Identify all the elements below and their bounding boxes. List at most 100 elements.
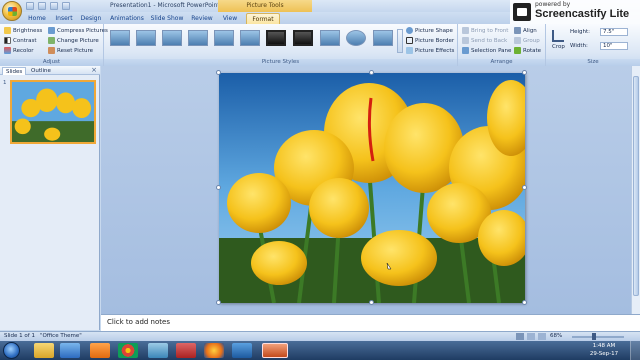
picture-style-5[interactable] bbox=[214, 30, 234, 46]
recolor-button[interactable]: Recolor bbox=[4, 47, 34, 54]
redo-icon[interactable] bbox=[50, 2, 58, 10]
height-input[interactable]: 7.5" bbox=[600, 28, 628, 36]
resize-handle-bottom-right[interactable] bbox=[522, 300, 527, 305]
tab-review[interactable]: Review bbox=[190, 13, 214, 24]
rotate-icon bbox=[514, 47, 521, 54]
tab-insert[interactable]: Insert bbox=[53, 13, 75, 24]
slide-number: 1 bbox=[3, 80, 7, 86]
app-icon-3[interactable] bbox=[232, 343, 252, 358]
tab-format[interactable]: Format bbox=[246, 13, 280, 24]
start-button[interactable] bbox=[3, 342, 20, 359]
office-logo-icon bbox=[8, 7, 17, 16]
send-to-back-button[interactable]: Send to Back bbox=[462, 37, 507, 44]
picture-style-8[interactable] bbox=[293, 30, 313, 46]
picture-shape-button[interactable]: Picture Shape bbox=[406, 27, 453, 34]
explorer-icon[interactable] bbox=[34, 343, 54, 358]
tab-slides[interactable]: Slides bbox=[2, 67, 27, 75]
change-picture-button[interactable]: Change Picture bbox=[48, 37, 99, 44]
slide-show-icon[interactable] bbox=[538, 333, 546, 340]
picture-style-11[interactable] bbox=[373, 30, 393, 46]
firefox-icon[interactable] bbox=[204, 343, 224, 358]
selection-pane-button[interactable]: Selection Pane bbox=[462, 47, 511, 54]
selection-pane-icon bbox=[462, 47, 469, 54]
resize-handle-right[interactable] bbox=[522, 185, 527, 190]
effects-icon bbox=[406, 47, 413, 54]
align-button[interactable]: Align bbox=[514, 27, 537, 34]
zoom-slider[interactable] bbox=[572, 333, 624, 340]
selection-pane-label: Selection Pane bbox=[471, 47, 512, 54]
picture-style-10[interactable] bbox=[346, 30, 366, 46]
tulip-picture[interactable] bbox=[219, 73, 525, 303]
app-icon-1[interactable] bbox=[148, 343, 168, 358]
arrange-group: Bring to Front Send to Back Selection Pa… bbox=[458, 24, 546, 66]
picture-style-2[interactable] bbox=[136, 30, 156, 46]
show-desktop-button[interactable] bbox=[630, 341, 640, 360]
send-back-icon bbox=[462, 37, 469, 44]
group-button[interactable]: Group bbox=[514, 37, 540, 44]
reset-picture-button[interactable]: Reset Picture bbox=[48, 47, 93, 54]
normal-view-icon[interactable] bbox=[516, 333, 524, 340]
picture-effects-label: Picture Effects bbox=[415, 47, 455, 54]
clock[interactable]: 1:48 AM 29-Sep-17 bbox=[584, 342, 624, 358]
brightness-button[interactable]: Brightness bbox=[4, 27, 42, 34]
notes-pane[interactable]: Click to add notes bbox=[101, 314, 640, 331]
chrome-icon[interactable] bbox=[118, 343, 138, 358]
slide[interactable] bbox=[216, 70, 527, 305]
tab-slide-show[interactable]: Slide Show bbox=[150, 13, 184, 24]
tab-design[interactable]: Design bbox=[80, 13, 102, 24]
contrast-icon bbox=[4, 37, 11, 44]
gallery-more-button[interactable] bbox=[397, 29, 403, 53]
picture-style-9[interactable] bbox=[320, 30, 340, 46]
picture-style-1[interactable] bbox=[110, 30, 130, 46]
office-button[interactable] bbox=[2, 1, 22, 21]
picture-style-3[interactable] bbox=[162, 30, 182, 46]
pane-close-icon[interactable]: × bbox=[91, 66, 97, 74]
picture-style-7[interactable] bbox=[266, 30, 286, 46]
tab-animations[interactable]: Animations bbox=[110, 13, 144, 24]
media-player-icon[interactable] bbox=[60, 343, 80, 358]
zoom-knob[interactable] bbox=[592, 333, 596, 340]
contrast-button[interactable]: Contrast bbox=[4, 37, 37, 44]
resize-handle-left[interactable] bbox=[216, 185, 221, 190]
resize-handle-bottom[interactable] bbox=[369, 300, 374, 305]
scroll-thumb[interactable] bbox=[633, 76, 639, 296]
compress-icon bbox=[48, 27, 55, 34]
picture-effects-button[interactable]: Picture Effects bbox=[406, 47, 454, 54]
resize-handle-top-left[interactable] bbox=[216, 70, 221, 75]
picture-border-label: Picture Border bbox=[415, 37, 455, 44]
resize-handle-top-right[interactable] bbox=[522, 70, 527, 75]
theme-name: "Office Theme" bbox=[40, 333, 82, 339]
tab-outline[interactable]: Outline bbox=[28, 67, 54, 75]
compress-pictures-button[interactable]: Compress Pictures bbox=[48, 27, 108, 34]
resize-handle-top[interactable] bbox=[369, 70, 374, 75]
adjust-group: Brightness Contrast Recolor Compress Pic… bbox=[0, 24, 108, 66]
width-input[interactable]: 10" bbox=[600, 42, 628, 50]
tab-view[interactable]: View bbox=[220, 13, 240, 24]
app-icon-2[interactable] bbox=[176, 343, 196, 358]
customize-qat-icon[interactable] bbox=[62, 2, 70, 10]
shape-icon bbox=[406, 27, 413, 34]
picture-border-button[interactable]: Picture Border bbox=[406, 37, 454, 44]
bring-to-front-button[interactable]: Bring to Front bbox=[462, 27, 508, 34]
adjust-group-label: Adjust bbox=[0, 59, 103, 66]
save-icon[interactable] bbox=[26, 2, 34, 10]
vertical-scrollbar[interactable] bbox=[631, 66, 640, 314]
status-bar: Slide 1 of 1 "Office Theme" 68% bbox=[0, 331, 640, 341]
picture-styles-group-label: Picture Styles bbox=[104, 59, 457, 66]
quick-access-toolbar bbox=[26, 2, 70, 10]
tab-home[interactable]: Home bbox=[26, 13, 48, 24]
crop-button[interactable]: Crop bbox=[552, 44, 565, 50]
picture-style-6[interactable] bbox=[240, 30, 260, 46]
taskbar: 1:48 AM 29-Sep-17 bbox=[0, 341, 640, 360]
slide-sorter-icon[interactable] bbox=[527, 333, 535, 340]
clock-date: 29-Sep-17 bbox=[589, 351, 619, 357]
group-icon bbox=[514, 37, 521, 44]
powerpoint-taskbar-icon[interactable] bbox=[262, 343, 288, 358]
vlc-icon[interactable] bbox=[90, 343, 110, 358]
undo-icon[interactable] bbox=[38, 2, 46, 10]
width-label: Width: bbox=[570, 43, 588, 49]
slide-thumbnail[interactable] bbox=[10, 80, 96, 144]
picture-style-4[interactable] bbox=[188, 30, 208, 46]
resize-handle-bottom-left[interactable] bbox=[216, 300, 221, 305]
rotate-button[interactable]: Rotate bbox=[514, 47, 541, 54]
